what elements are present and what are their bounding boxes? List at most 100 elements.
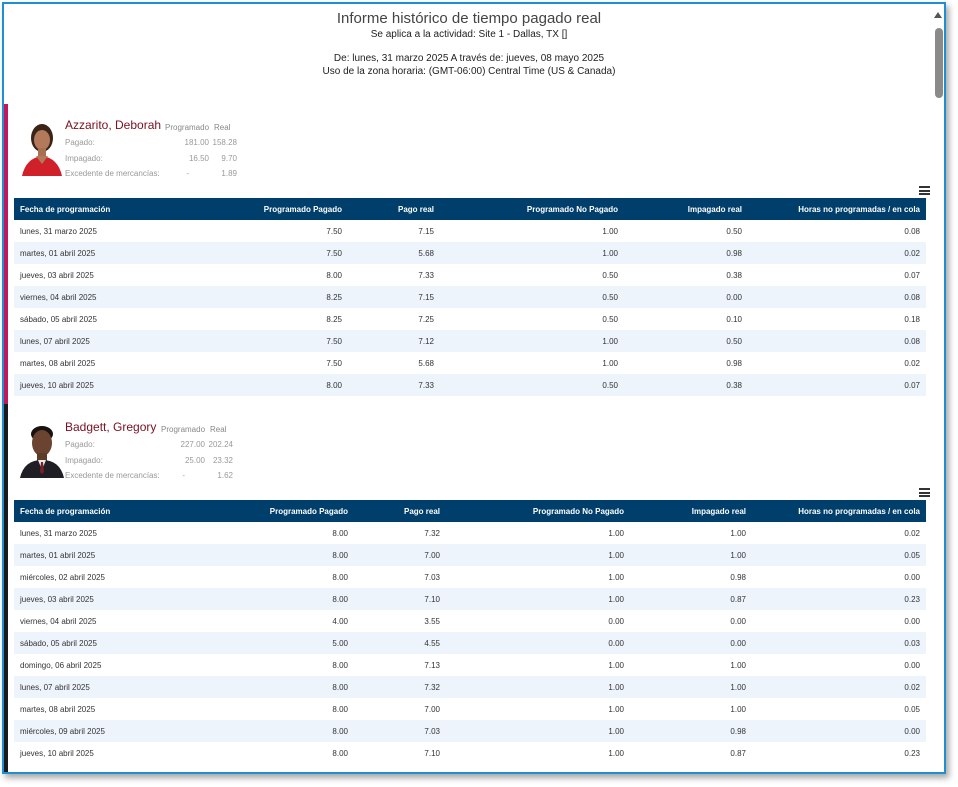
row-value-cell: 1.00: [608, 682, 624, 692]
table-row: jueves, 10 abril 2025 8.00 7.10 1.00 0.87 0.2…: [14, 742, 926, 764]
column-header-date[interactable]: Fecha de programación: [14, 500, 196, 522]
row-value-cell: 8.00: [332, 550, 348, 560]
table-row: domingo, 06 abril 2025 8.00 7.13 1.00 1.00 0.…: [14, 654, 926, 676]
column-header-actual-unpaid[interactable]: Impagado real: [630, 500, 752, 522]
column-header-unscheduled-hours[interactable]: Horas no programadas / en cola: [752, 500, 926, 522]
row-value-cell: 7.25: [418, 314, 434, 324]
accent-bar-dark: [4, 404, 8, 772]
row-value-cell: 0.98: [726, 358, 742, 368]
row-date-cell: lunes, 07 abril 2025: [20, 682, 90, 692]
row-date-cell: viernes, 04 abril 2025: [20, 616, 97, 626]
row-date-cell: miércoles, 09 abril 2025: [20, 726, 105, 736]
table-row: miércoles, 09 abril 2025 8.00 7.03 1.00 0.98…: [14, 720, 926, 742]
table-row: sábado, 05 abril 2025 8.25 7.25 0.50 0.10 0.1…: [14, 308, 926, 330]
row-value-cell: 0.00: [730, 638, 746, 648]
report-timezone: Uso de la zona horaria: (GMT-06:00) Cent…: [322, 66, 616, 77]
row-value-cell: 0.02: [904, 358, 920, 368]
summary-header-scheduled: Programado: [161, 425, 206, 434]
row-value-cell: 0.02: [904, 248, 920, 258]
column-header-actual-unpaid[interactable]: Impagado real: [624, 198, 748, 220]
summary-label-unpaid: Impagado:: [65, 456, 103, 465]
row-date-cell: miércoles, 02 abril 2025: [20, 572, 105, 582]
scroll-thumb[interactable]: [935, 28, 943, 98]
table-row: martes, 08 abril 2025 7.50 5.68 1.00 0.98 0.0…: [14, 352, 926, 374]
table-menu-icon[interactable]: [919, 488, 930, 497]
column-header-scheduled-unpaid[interactable]: Programado No Pagado: [446, 500, 630, 522]
report-activity: Se aplica a la actividad: Site 1 - Dalla…: [370, 29, 568, 40]
row-value-cell: 7.33: [418, 270, 434, 280]
row-value-cell: 0.00: [608, 616, 624, 626]
row-value-cell: 0.08: [904, 336, 920, 346]
row-value-cell: 0.18: [904, 314, 920, 324]
summary-header-scheduled: Programado: [165, 123, 210, 132]
row-date-cell: jueves, 03 abril 2025: [20, 270, 94, 280]
column-header-actual-paid[interactable]: Pago real: [354, 500, 446, 522]
summary-label-paid: Pagado:: [65, 138, 95, 147]
table-row: lunes, 31 marzo 2025 7.50 7.15 1.00 0.50 0.08: [14, 220, 926, 242]
table-header-row: Fecha de programación Programado Pagado …: [14, 198, 926, 220]
row-value-cell: 7.03: [424, 726, 440, 736]
column-header-actual-paid[interactable]: Pago real: [348, 198, 440, 220]
row-value-cell: 1.00: [608, 528, 624, 538]
column-header-scheduled-paid[interactable]: Programado Pagado: [196, 500, 354, 522]
row-date-cell: martes, 01 abril 2025: [20, 550, 96, 560]
row-value-cell: 1.00: [602, 248, 618, 258]
row-value-cell: 8.00: [326, 380, 342, 390]
row-value-cell: 5.68: [418, 358, 434, 368]
vertical-scrollbar[interactable]: [932, 4, 944, 772]
summary-label-unpaid: Impagado:: [65, 154, 103, 163]
scroll-up-arrow-icon[interactable]: [934, 12, 942, 18]
row-value-cell: 1.00: [608, 594, 624, 604]
row-value-cell: 1.00: [602, 336, 618, 346]
report-date-range: De: lunes, 31 marzo 2025 A través de: ju…: [333, 53, 605, 64]
row-value-cell: 0.50: [602, 314, 618, 324]
row-value-cell: 8.25: [326, 314, 342, 324]
table-row: lunes, 31 marzo 2025 8.00 7.32 1.00 1.00 0.02: [14, 522, 926, 544]
row-date-cell: domingo, 06 abril 2025: [20, 660, 102, 670]
row-value-cell: 0.00: [608, 638, 624, 648]
table-row: viernes, 04 abril 2025 8.25 7.15 0.50 0.00 0.…: [14, 286, 926, 308]
row-value-cell: 1.00: [730, 528, 746, 538]
row-value-cell: 0.50: [726, 336, 742, 346]
row-value-cell: 0.50: [602, 292, 618, 302]
row-value-cell: 0.98: [726, 248, 742, 258]
row-value-cell: 1.00: [730, 550, 746, 560]
summary-header-actual: Real: [210, 425, 227, 434]
employee-name: Badgett, Gregory: [65, 420, 157, 434]
row-value-cell: 4.55: [424, 638, 440, 648]
table-body: lunes, 31 marzo 2025 7.50 7.15 1.00 0.50 0.08…: [14, 220, 926, 396]
table-row: miércoles, 02 abril 2025 8.00 7.03 1.00 0.98…: [14, 566, 926, 588]
table-header-row: Fecha de programación Programado Pagado …: [14, 500, 926, 522]
employee-photo-icon: [18, 116, 66, 176]
summary-header-actual: Real: [214, 123, 231, 132]
report-title: Informe histórico de tiempo pagado real: [336, 10, 602, 27]
column-header-date[interactable]: Fecha de programación: [14, 198, 196, 220]
row-date-cell: martes, 01 abril 2025: [20, 248, 96, 258]
row-value-cell: 1.00: [608, 550, 624, 560]
table-menu-icon[interactable]: [919, 186, 930, 195]
summary-paid-actual: 158.28: [212, 138, 237, 147]
column-header-scheduled-unpaid[interactable]: Programado No Pagado: [440, 198, 624, 220]
summary-label-paid: Pagado:: [65, 440, 95, 449]
row-value-cell: 7.15: [418, 292, 434, 302]
row-value-cell: 0.38: [726, 380, 742, 390]
row-value-cell: 0.00: [904, 572, 920, 582]
accent-bar: [4, 104, 8, 404]
table-body: lunes, 31 marzo 2025 8.00 7.32 1.00 1.00 0.02…: [14, 522, 926, 764]
column-header-unscheduled-hours[interactable]: Horas no programadas / en cola: [748, 198, 926, 220]
table-row: martes, 08 abril 2025 8.00 7.00 1.00 1.00 0.0…: [14, 698, 926, 720]
row-value-cell: 1.00: [730, 704, 746, 714]
row-value-cell: 0.87: [730, 594, 746, 604]
row-value-cell: 4.00: [332, 616, 348, 626]
row-value-cell: 0.50: [602, 270, 618, 280]
table-row: lunes, 07 abril 2025 7.50 7.12 1.00 0.50 0.08: [14, 330, 926, 352]
row-value-cell: 7.50: [326, 248, 342, 258]
column-header-scheduled-paid[interactable]: Programado Pagado: [196, 198, 348, 220]
row-date-cell: jueves, 03 abril 2025: [20, 594, 94, 604]
row-value-cell: 7.13: [424, 660, 440, 670]
report-window: Informe histórico de tiempo pagado real …: [2, 2, 946, 774]
row-value-cell: 0.02: [904, 682, 920, 692]
summary-unpaid-actual: 23.32: [212, 456, 233, 465]
row-value-cell: 0.00: [904, 726, 920, 736]
row-date-cell: lunes, 07 abril 2025: [20, 336, 90, 346]
